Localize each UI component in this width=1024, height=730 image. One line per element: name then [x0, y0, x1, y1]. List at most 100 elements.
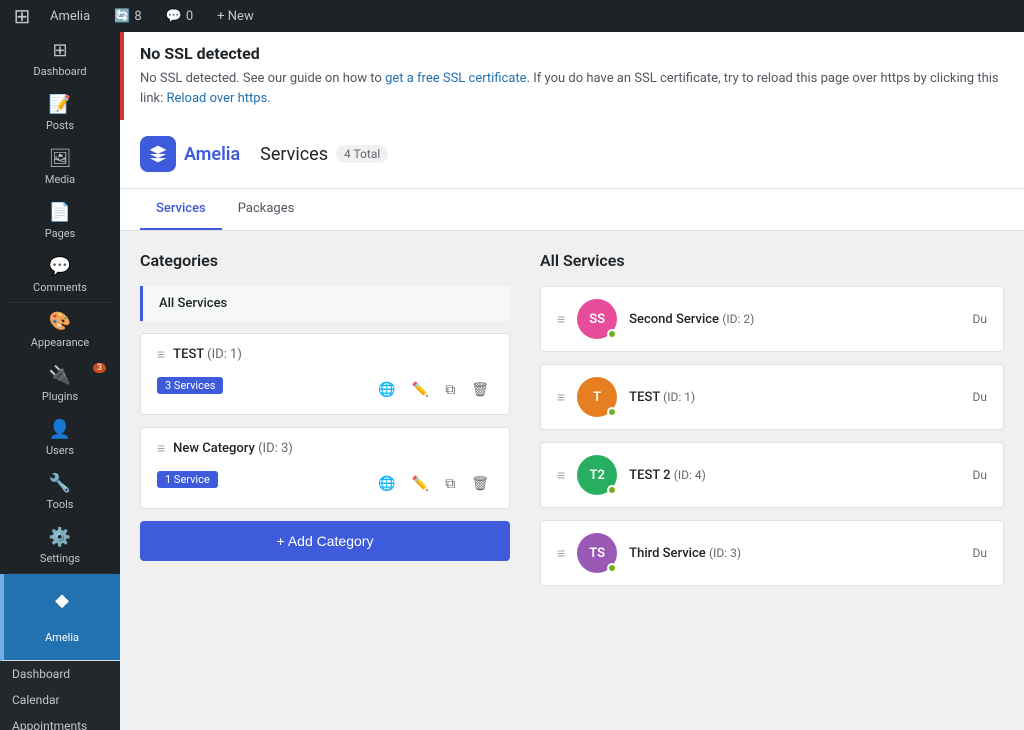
ssl-link[interactable]: get a free SSL certificate: [385, 71, 527, 86]
avatar-status-dot: [607, 485, 617, 495]
avatar-status-dot: [607, 407, 617, 417]
content-area: Categories All Services ≡ TEST (ID: 1): [120, 231, 1024, 730]
sidebar-item-tools[interactable]: 🔧 Tools: [0, 465, 120, 519]
sidebar-item-amelia[interactable]: ◆ Amelia: [0, 574, 120, 661]
ssl-notice: No SSL detected No SSL detected. See our…: [120, 32, 1024, 120]
admin-bar-updates[interactable]: 🔄 8: [104, 0, 152, 32]
service-action-du[interactable]: Du: [973, 468, 988, 482]
total-badge: 4 Total: [336, 145, 388, 163]
service-actions: Du: [973, 546, 988, 560]
amelia-sub-label: Calendar: [12, 693, 60, 707]
reload-ssl-link[interactable]: Reload over https.: [166, 91, 270, 106]
sidebar-item-label: Settings: [40, 552, 80, 565]
category-delete-button[interactable]: 🗑: [467, 473, 493, 494]
amelia-icon: ◆: [55, 590, 69, 611]
sidebar-item-label: Plugins: [42, 390, 78, 403]
plugins-badge: 3: [93, 363, 106, 373]
service-actions: Du: [973, 468, 988, 482]
list-item: ≡ New Category (ID: 3) 1 Service 🌐 ✏️: [140, 427, 510, 509]
category-name: New Category (ID: 3): [173, 441, 293, 456]
avatar: TS: [577, 533, 617, 573]
appearance-icon: 🎨: [49, 311, 71, 332]
category-badge: 3 Services: [157, 377, 223, 394]
table-row: ≡ SS Second Service (ID: 2) Du: [540, 286, 1004, 352]
service-actions: Du: [973, 312, 988, 326]
sidebar-item-plugins[interactable]: 🔌 Plugins 3: [0, 357, 120, 411]
category-id: (ID: 1): [207, 347, 242, 362]
admin-bar-comments[interactable]: 💬 0: [156, 0, 204, 32]
drag-handle-icon: ≡: [157, 440, 165, 457]
list-item: ≡ TEST (ID: 1) 3 Services 🌐 ✏️ ⧉: [140, 333, 510, 415]
sidebar-item-pages[interactable]: 📄 Pages: [0, 194, 120, 248]
sidebar-item-media[interactable]: 🖼 Media: [0, 140, 120, 194]
category-badge: 1 Service: [157, 471, 218, 488]
avatar: SS: [577, 299, 617, 339]
admin-bar-site-name[interactable]: Amelia: [40, 0, 100, 32]
sidebar-item-label: Pages: [45, 227, 76, 240]
amelia-logo-icon: [140, 136, 176, 172]
admin-bar: ⊞ Amelia 🔄 8 💬 0 + New: [0, 0, 1024, 32]
tab-services[interactable]: Services: [140, 189, 222, 230]
service-action-du[interactable]: Du: [973, 546, 988, 560]
amelia-sub-label: Appointments: [12, 719, 87, 730]
amelia-logo: Amelia: [140, 136, 240, 172]
sidebar-item-settings[interactable]: ⚙️ Settings: [0, 519, 120, 573]
category-globe-button[interactable]: 🌐: [374, 473, 399, 494]
service-name: TEST 2 (ID: 4): [629, 468, 706, 483]
ssl-notice-title: No SSL detected: [140, 44, 1008, 63]
main-content: No SSL detected No SSL detected. See our…: [120, 32, 1024, 730]
category-delete-button[interactable]: 🗑: [467, 379, 493, 400]
users-icon: 👤: [49, 419, 71, 440]
comments-icon: 💬: [49, 256, 71, 277]
service-name: Third Service (ID: 3): [629, 546, 741, 561]
wp-logo-icon[interactable]: ⊞: [8, 2, 36, 30]
service-action-du[interactable]: Du: [973, 390, 988, 404]
dashboard-icon: ⊞: [52, 40, 67, 61]
category-copy-button[interactable]: ⧉: [441, 473, 459, 494]
category-actions: 🌐 ✏️ ⧉ 🗑: [374, 379, 493, 400]
drag-handle-icon: ≡: [557, 467, 565, 484]
service-name: Second Service (ID: 2): [629, 312, 754, 327]
sidebar-item-amelia-dashboard[interactable]: Dashboard: [0, 661, 120, 687]
service-action-du[interactable]: Du: [973, 312, 988, 326]
table-row: ≡ T TEST (ID: 1) Du: [540, 364, 1004, 430]
table-row: ≡ TS Third Service (ID: 3) Du: [540, 520, 1004, 586]
category-edit-button[interactable]: ✏️: [408, 379, 433, 400]
sidebar-item-label: Appearance: [31, 336, 90, 349]
service-name: TEST (ID: 1): [629, 390, 695, 405]
sidebar-item-posts[interactable]: 📝 Posts: [0, 86, 120, 140]
categories-title: Categories: [140, 251, 510, 270]
sidebar-item-amelia-appointments[interactable]: Appointments: [0, 713, 120, 730]
sidebar-item-label: Amelia: [45, 631, 79, 644]
drag-handle-icon: ≡: [557, 545, 565, 562]
sidebar-item-comments[interactable]: 💬 Comments: [0, 248, 120, 302]
plugins-icon: 🔌: [49, 365, 71, 386]
category-copy-button[interactable]: ⧉: [441, 379, 459, 400]
media-icon: 🖼: [49, 148, 72, 169]
drag-handle-icon: ≡: [557, 311, 565, 328]
sidebar-item-appearance[interactable]: 🎨 Appearance: [0, 303, 120, 357]
sidebar-item-label: Tools: [47, 498, 74, 511]
categories-panel: Categories All Services ≡ TEST (ID: 1): [140, 251, 510, 711]
avatar-status-dot: [607, 329, 617, 339]
category-globe-button[interactable]: 🌐: [374, 379, 399, 400]
sidebar-item-dashboard[interactable]: ⊞ Dashboard: [0, 32, 120, 86]
admin-bar-new[interactable]: + New: [207, 9, 264, 24]
all-services-category[interactable]: All Services: [140, 286, 510, 321]
category-edit-button[interactable]: ✏️: [408, 473, 433, 494]
all-services-title: All Services: [540, 251, 1004, 270]
category-id: (ID: 3): [258, 441, 293, 456]
sidebar-item-label: Media: [45, 173, 75, 186]
posts-icon: 📝: [49, 94, 71, 115]
sidebar-item-users[interactable]: 👤 Users: [0, 411, 120, 465]
all-services-panel: All Services ≡ SS Second Service (ID: 2)…: [510, 251, 1004, 711]
pages-icon: 📄: [49, 202, 71, 223]
tools-icon: 🔧: [49, 473, 71, 494]
tab-packages[interactable]: Packages: [222, 189, 311, 230]
tabs-bar: Services Packages: [120, 189, 1024, 231]
add-category-button[interactable]: + Add Category: [140, 521, 510, 561]
sidebar-item-label: Dashboard: [33, 65, 86, 78]
category-actions: 🌐 ✏️ ⧉ 🗑: [374, 473, 493, 494]
avatar: T: [577, 377, 617, 417]
sidebar-item-amelia-calendar[interactable]: Calendar: [0, 687, 120, 713]
